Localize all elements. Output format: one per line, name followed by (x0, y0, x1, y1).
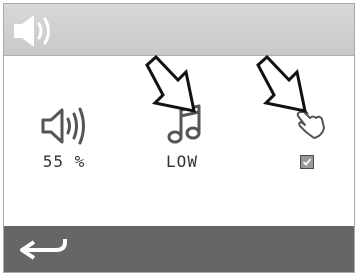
tone-value: LOW (166, 152, 198, 171)
volume-value: 55 % (42, 152, 86, 171)
volume-setting[interactable]: 55 % (19, 96, 109, 186)
pointer-arrow-icon (145, 54, 196, 113)
volume-icon (41, 107, 85, 145)
touch-sound-checkbox[interactable] (300, 155, 314, 169)
speaker-icon (14, 15, 50, 47)
settings-screen: 55 % LOW (3, 3, 355, 273)
footer-bar (4, 226, 354, 272)
header-bar (4, 4, 354, 56)
checkmark-icon (302, 158, 312, 166)
pointer-arrow-icon (256, 54, 307, 113)
back-arrow-icon[interactable] (16, 235, 72, 265)
